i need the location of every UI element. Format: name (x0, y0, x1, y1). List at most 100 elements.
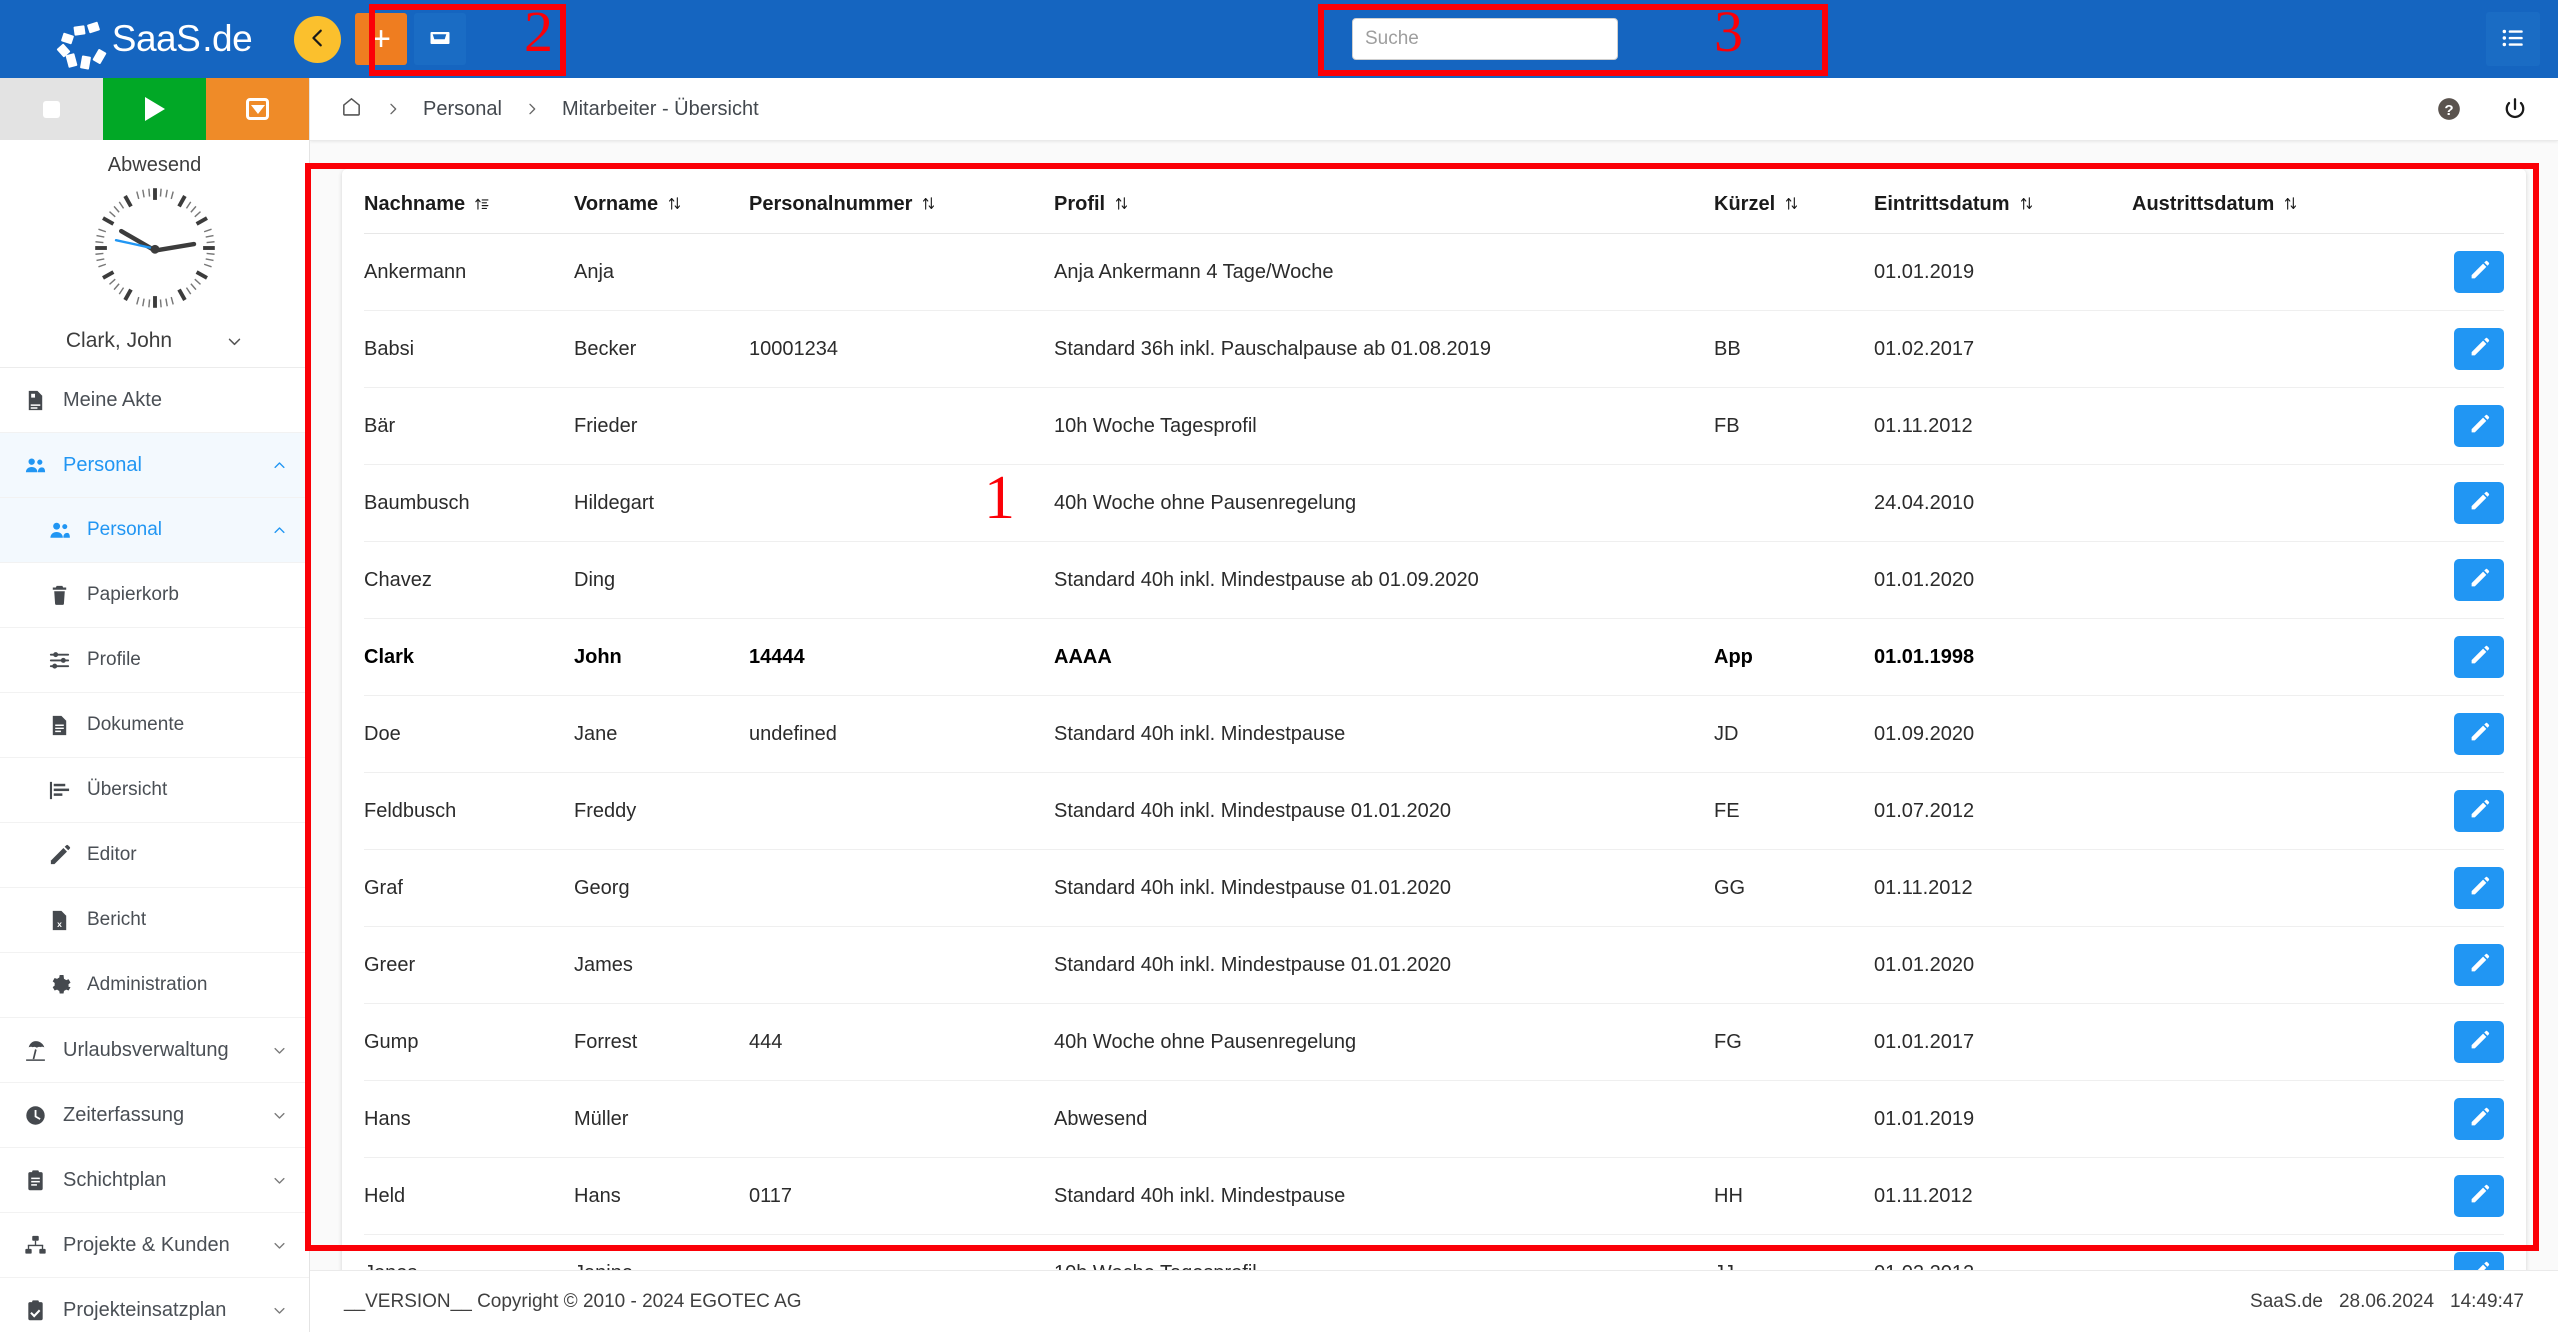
brand-suffix: .de (202, 18, 253, 59)
table-row[interactable]: Ankermann Anja Anja Ankermann 4 Tage/Woche… (364, 233, 2504, 311)
table-row[interactable]: Chavez Ding Standard 40h inkl. Mindestpaus… (364, 541, 2504, 619)
cell-kuerzel: JJ (1714, 1234, 1874, 1270)
sidebar-item-schichtplan[interactable]: Schichtplan (0, 1148, 309, 1213)
column-header-k-rzel[interactable]: Kürzel (1714, 169, 1874, 234)
cell-vorname: Forrest (574, 1003, 749, 1081)
table-row[interactable]: Held Hans 0117 Standard 40h inkl. Mindestpa… (364, 1157, 2504, 1235)
edit-row-button[interactable] (2454, 1021, 2504, 1063)
sort-icon[interactable] (920, 194, 937, 213)
breadcrumb-item-personal[interactable]: Personal (423, 98, 502, 121)
edit-row-button[interactable] (2454, 790, 2504, 832)
table-row[interactable]: Babsi Becker 10001234 Standard 36h inkl. Pa… (364, 310, 2504, 388)
cell-austritt (2132, 233, 2394, 311)
cell-nachname: Feldbusch (364, 772, 574, 850)
edit-row-button[interactable] (2454, 405, 2504, 447)
sort-icon[interactable] (666, 194, 683, 213)
table-row[interactable]: Graf Georg Standard 40h inkl. Mindestpause… (364, 849, 2504, 927)
cell-actions (2394, 1080, 2504, 1158)
sidebar-item-label: Zeiterfassung (63, 1103, 185, 1126)
column-header-vorname[interactable]: Vorname (574, 169, 749, 234)
sidebar-collapse-button[interactable] (294, 16, 341, 63)
breadcrumb-item-current[interactable]: Mitarbeiter - Übersicht (562, 98, 759, 121)
sidebar-item-label: Dokumente (87, 714, 185, 735)
excel-file-icon: x (46, 909, 72, 932)
help-icon[interactable]: ? (2436, 96, 2462, 122)
user-menu[interactable]: Clark, John (0, 323, 309, 368)
cell-austritt (2132, 695, 2394, 773)
sort-active-icon[interactable] (473, 194, 490, 213)
edit-row-button[interactable] (2454, 1098, 2504, 1140)
cell-kuerzel: App (1714, 618, 1874, 696)
edit-row-button[interactable] (2454, 1175, 2504, 1217)
table-row[interactable]: Gump Forrest 444 40h Woche ohne Pausenregel… (364, 1003, 2504, 1081)
cell-austritt (2132, 387, 2394, 465)
sidebar-item-bericht[interactable]: x Bericht (0, 888, 309, 953)
cell-personalnummer (749, 1080, 1054, 1158)
main-content: Personal Mitarbeiter - Übersicht ? Nachn… (310, 78, 2558, 1332)
cell-actions (2394, 772, 2504, 850)
edit-row-button[interactable] (2454, 1252, 2504, 1270)
cell-profil: Standard 40h inkl. Mindestpause 01.01.20… (1054, 926, 1714, 1004)
person-icon (46, 519, 72, 542)
brand-logo[interactable]: SaaS .de (0, 0, 310, 78)
sidebar-item-dokumente[interactable]: Dokumente (0, 693, 309, 758)
column-header-actions (2394, 169, 2504, 234)
presence-status: Abwesend (107, 154, 202, 176)
edit-row-button[interactable] (2454, 482, 2504, 524)
table-row[interactable]: JonesJanine 10h Woche TagesprofilJJ01.02.… (364, 1234, 2504, 1270)
sort-icon[interactable] (2282, 194, 2299, 213)
sidebar-item-personal[interactable]: Personal (0, 498, 309, 563)
sidebar-item-papierkorb[interactable]: Papierkorb (0, 563, 309, 628)
clock-icon (22, 1104, 48, 1127)
table-row[interactable]: Doe Jane undefined Standard 40h inkl. Minde… (364, 695, 2504, 773)
sidebar-item-profile[interactable]: Profile (0, 628, 309, 693)
sidebar-item-projekteinsatzplan[interactable]: Projekteinsatzplan (0, 1278, 309, 1332)
sidebar-nav[interactable]: Meine Akte Personal Personal Papierkorb Prof… (0, 368, 309, 1332)
list-menu-button[interactable] (2486, 12, 2540, 66)
sidebar-item-urlaubsverwaltung[interactable]: Urlaubsverwaltung (0, 1018, 309, 1083)
sidebar-item-projekte-kunden[interactable]: Projekte & Kunden (0, 1213, 309, 1278)
edit-row-button[interactable] (2454, 328, 2504, 370)
cell-personalnummer: undefined (749, 695, 1054, 773)
home-icon[interactable] (340, 95, 363, 123)
column-header-profil[interactable]: Profil (1054, 169, 1714, 234)
search-input[interactable] (1352, 18, 1618, 60)
edit-row-button[interactable] (2454, 251, 2504, 293)
edit-row-button[interactable] (2454, 944, 2504, 986)
cell-actions (2394, 1003, 2504, 1081)
sidebar-item-zeiterfassung[interactable]: Zeiterfassung (0, 1083, 309, 1148)
edit-row-button[interactable] (2454, 713, 2504, 755)
cell-kuerzel: BB (1714, 310, 1874, 388)
stop-button[interactable] (0, 78, 103, 140)
inbox-button[interactable] (414, 13, 466, 65)
table-row[interactable]: Clark John 14444 AAAA App 01.01.1998 (364, 618, 2504, 696)
sidebar-item-bersicht[interactable]: Übersicht (0, 758, 309, 823)
power-icon[interactable] (2502, 96, 2528, 122)
sort-icon[interactable] (1113, 194, 1130, 213)
chevron-down-icon (274, 1047, 285, 1054)
table-row[interactable]: Hans Müller Abwesend 01.01.2019 (364, 1080, 2504, 1158)
table-row[interactable]: Feldbusch Freddy Standard 40h inkl. Mindes… (364, 772, 2504, 850)
sort-icon[interactable] (1783, 194, 1800, 213)
cell-actions (2394, 1234, 2504, 1270)
table-row[interactable]: Greer James Standard 40h inkl. Mindestpaus… (364, 926, 2504, 1004)
table-row[interactable]: Bär Frieder 10h Woche Tagesprofil FB 01.11.2… (364, 387, 2504, 465)
add-button[interactable]: + (355, 13, 407, 65)
sort-icon[interactable] (2018, 194, 2035, 213)
column-header-eintrittsdatum[interactable]: Eintrittsdatum (1874, 169, 2132, 234)
table-row[interactable]: Baumbusch Hildegart 40h Woche ohne Pausenr… (364, 464, 2504, 542)
play-button[interactable] (103, 78, 206, 140)
sidebar-item-meine-akte[interactable]: Meine Akte (0, 368, 309, 433)
column-header-label: Profil (1054, 193, 1106, 215)
sidebar-item-administration[interactable]: Administration (0, 953, 309, 1018)
sidebar-item-personal[interactable]: Personal (0, 433, 309, 498)
column-header-nachname[interactable]: Nachname (364, 169, 574, 234)
column-header-austrittsdatum[interactable]: Austrittsdatum (2132, 169, 2394, 234)
edit-row-button[interactable] (2454, 559, 2504, 601)
column-header-personalnummer[interactable]: Personalnummer (749, 169, 1054, 234)
sidebar-item-label: Projekte & Kunden (63, 1233, 230, 1256)
pause-button[interactable] (206, 78, 309, 140)
edit-row-button[interactable] (2454, 636, 2504, 678)
edit-row-button[interactable] (2454, 867, 2504, 909)
sidebar-item-editor[interactable]: Editor (0, 823, 309, 888)
